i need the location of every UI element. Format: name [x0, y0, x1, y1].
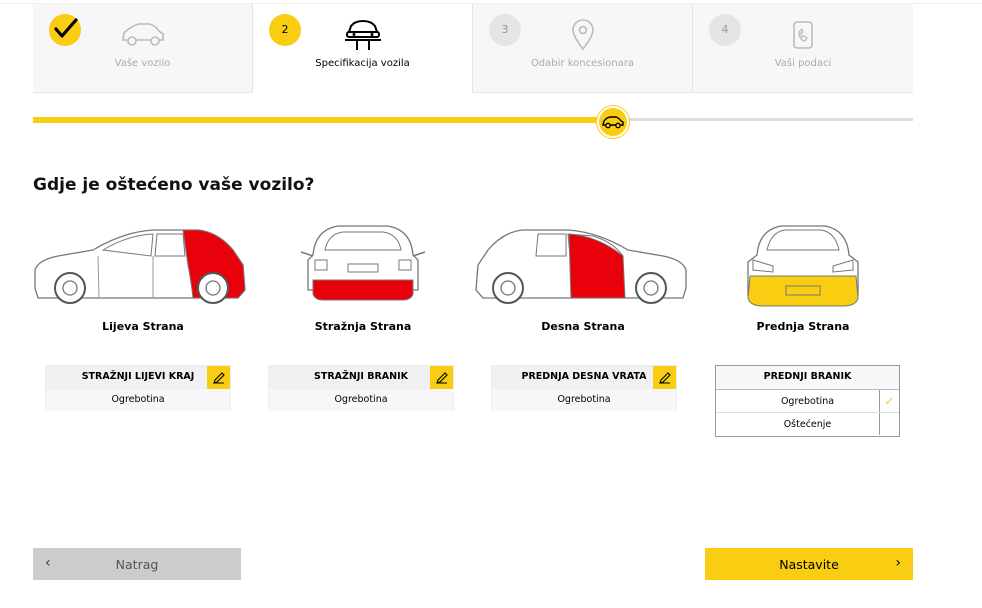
step-odabir-koncesionara[interactable]: 3 Odabir koncesionara	[473, 4, 693, 93]
damage-type-dropdown[interactable]: PREDNJI BRANIK Ogrebotina ✓ Oštećenje	[715, 365, 900, 437]
back-button[interactable]: ‹ Natrag	[33, 548, 241, 580]
car-outline-icon	[33, 18, 252, 52]
step-label: Vaše vozilo	[114, 58, 171, 69]
step-label: Vaši podaci	[774, 58, 832, 69]
location-pin-icon	[473, 18, 692, 52]
page-question: Gdje je oštećeno vaše vozilo?	[33, 175, 315, 195]
option-label: Ogrebotina	[780, 396, 835, 407]
damage-type: Ogrebotina	[491, 389, 677, 411]
damage-type: Ogrebotina	[268, 389, 454, 411]
step-vasi-podaci[interactable]: 4 Vaši podaci	[693, 4, 913, 93]
car-views: Lijeva Strana Stražnja Strana Desna Stra…	[33, 215, 913, 345]
step-label: Odabir koncesionara	[530, 58, 635, 69]
chevron-left-icon: ‹	[45, 555, 51, 571]
progress-fill	[33, 117, 614, 123]
view-right-side[interactable]: Desna Strana	[473, 215, 693, 345]
option-label: Oštećenje	[783, 419, 832, 430]
next-label: Nastavite	[779, 556, 839, 572]
view-label: Stražnja Strana	[314, 320, 412, 333]
edit-icon[interactable]	[207, 366, 230, 389]
step-label: Specifikacija vozila	[315, 58, 410, 69]
progress-car-icon	[597, 106, 629, 138]
damage-part: PREDNJA DESNA VRATA	[521, 371, 647, 382]
view-label: Desna Strana	[541, 320, 625, 333]
car-lift-icon	[253, 18, 472, 52]
phone-icon	[693, 18, 913, 52]
damage-part: STRAŽNJI BRANIK	[314, 371, 408, 382]
checkbox[interactable]	[879, 413, 899, 435]
next-button[interactable]: Nastavite ›	[705, 548, 913, 580]
car-left-side-image[interactable]	[33, 220, 248, 315]
edit-icon[interactable]	[430, 366, 453, 389]
step-indicator: Vaše vozilo 2 Specifikacija vozila 3 Oda…	[33, 4, 913, 93]
edit-icon[interactable]	[653, 366, 676, 389]
step-vase-vozilo[interactable]: Vaše vozilo	[33, 4, 253, 93]
damage-card: PREDNJA DESNA VRATA Ogrebotina	[491, 365, 677, 411]
damage-card: STRAŽNJI LIJEVI KRAJ Ogrebotina	[45, 365, 231, 411]
back-label: Natrag	[115, 556, 159, 572]
step-specifikacija-vozila[interactable]: 2 Specifikacija vozila	[253, 4, 473, 93]
damage-part: STRAŽNJI LIJEVI KRAJ	[81, 371, 195, 382]
damage-part: PREDNJI BRANIK	[716, 366, 899, 390]
view-label: Prednja Strana	[756, 320, 850, 333]
dropdown-option-ostecenje[interactable]: Oštećenje	[716, 413, 899, 436]
dropdown-option-ogrebotina[interactable]: Ogrebotina ✓	[716, 390, 899, 413]
car-right-side-image[interactable]	[473, 220, 688, 315]
damage-type: Ogrebotina	[45, 389, 231, 411]
damage-card: STRAŽNJI BRANIK Ogrebotina	[268, 365, 454, 411]
view-label: Lijeva Strana	[102, 320, 184, 333]
chevron-right-icon: ›	[895, 555, 901, 571]
car-rear-image[interactable]	[253, 220, 473, 315]
view-left-side[interactable]: Lijeva Strana	[33, 215, 253, 345]
check-icon[interactable]: ✓	[879, 390, 899, 412]
view-front[interactable]: Prednja Strana	[693, 215, 913, 345]
car-front-image[interactable]	[693, 220, 913, 315]
view-rear[interactable]: Stražnja Strana	[253, 215, 473, 345]
